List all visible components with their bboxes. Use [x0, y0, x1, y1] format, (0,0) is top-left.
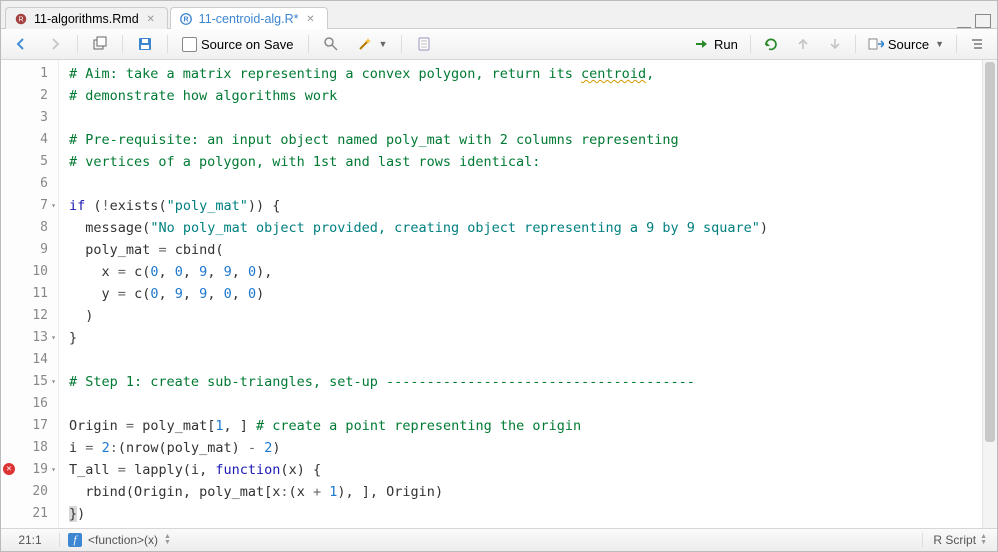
save-button[interactable] [131, 33, 159, 55]
find-replace-button[interactable] [317, 33, 345, 55]
code-line[interactable]: # vertices of a polygon, with 1st and la… [69, 151, 982, 173]
scrollbar-thumb[interactable] [985, 62, 995, 442]
magic-wand-icon [357, 36, 373, 52]
svg-text:R: R [18, 17, 23, 24]
fold-toggle-icon[interactable]: ▾ [51, 459, 56, 481]
tab-label: 11-centroid-alg.R* [199, 12, 299, 26]
source-button[interactable]: Source ▼ [862, 33, 950, 55]
scope-stepper-icon: ▲▼ [164, 534, 171, 546]
run-label: Run [714, 37, 738, 52]
chevron-down-icon: ▼ [935, 39, 944, 49]
run-icon [694, 36, 710, 52]
language-label: R Script [933, 533, 976, 547]
code-line[interactable]: i = 2:(nrow(poly_mat) - 2) [69, 437, 982, 459]
checkbox-icon [182, 37, 197, 52]
code-line[interactable]: x = c(0, 0, 9, 9, 0), [69, 261, 982, 283]
code-line[interactable] [69, 349, 982, 371]
r-file-icon: R [179, 12, 193, 26]
outline-button[interactable] [963, 33, 991, 55]
code-editor[interactable]: # Aim: take a matrix representing a conv… [59, 60, 982, 528]
fold-toggle-icon[interactable]: ▾ [51, 371, 56, 393]
code-line[interactable]: # Step 1: create sub-triangles, set-up -… [69, 371, 982, 393]
close-icon[interactable]: ✕ [145, 14, 157, 25]
code-line[interactable]: rbind(Origin, poly_mat[x:(x + 1), ], Ori… [69, 481, 982, 503]
rerun-icon [763, 36, 779, 52]
code-line[interactable]: y = c(0, 9, 9, 0, 0) [69, 283, 982, 305]
tabs-bar: R 11-algorithms.Rmd ✕ R 11-centroid-alg.… [1, 1, 997, 29]
arrow-left-icon [13, 36, 29, 52]
tab-label: 11-algorithms.Rmd [34, 12, 139, 26]
code-line[interactable]: # Aim: take a matrix representing a conv… [69, 63, 982, 85]
code-line[interactable]: message("No poly_mat object provided, cr… [69, 217, 982, 239]
back-button[interactable] [7, 33, 35, 55]
status-bar: 21:1 f <function>(x) ▲▼ R Script ▲▼ [1, 528, 997, 551]
show-in-new-window-button[interactable] [86, 33, 114, 55]
code-line[interactable] [69, 173, 982, 195]
save-icon [137, 36, 153, 52]
maximize-pane-icon[interactable] [975, 14, 991, 28]
source-on-save-toggle[interactable]: Source on Save [176, 34, 300, 55]
source-icon [868, 36, 884, 52]
scope-navigator[interactable]: f <function>(x) ▲▼ [60, 533, 922, 547]
cursor-position[interactable]: 21:1 [1, 533, 60, 547]
outline-icon [969, 36, 985, 52]
arrow-down-icon [827, 36, 843, 52]
editor-area: ✕ 1234567▾8910111213▾1415▾16171819▾20212… [1, 60, 997, 528]
minimize-pane-icon[interactable] [957, 15, 971, 28]
svg-text:R: R [183, 17, 188, 24]
vertical-scrollbar[interactable] [982, 60, 997, 528]
editor-window: R 11-algorithms.Rmd ✕ R 11-centroid-alg.… [0, 0, 998, 552]
code-line[interactable]: # demonstrate how algorithms work [69, 85, 982, 107]
window-layout-controls [957, 14, 997, 28]
close-icon[interactable]: ✕ [305, 14, 317, 25]
source-on-save-label: Source on Save [201, 37, 294, 52]
notebook-icon [416, 36, 432, 52]
editor-toolbar: Source on Save ▼ Run [1, 29, 997, 60]
arrow-up-icon [795, 36, 811, 52]
code-line[interactable]: if (!exists("poly_mat")) { [69, 195, 982, 217]
language-stepper-icon: ▲▼ [980, 534, 987, 546]
source-label: Source [888, 37, 929, 52]
compile-report-button[interactable] [410, 33, 438, 55]
code-line[interactable]: } [69, 327, 982, 349]
go-to-prev-section-button[interactable] [789, 33, 817, 55]
code-tools-button[interactable]: ▼ [351, 33, 394, 55]
tab-algorithms-rmd[interactable]: R 11-algorithms.Rmd ✕ [5, 7, 168, 29]
search-icon [323, 36, 339, 52]
function-icon: f [68, 533, 82, 547]
fold-toggle-icon[interactable]: ▾ [51, 327, 56, 349]
popout-icon [92, 36, 108, 52]
rmd-file-icon: R [14, 12, 28, 26]
tab-centroid-alg-r[interactable]: R 11-centroid-alg.R* ✕ [170, 7, 328, 29]
language-mode[interactable]: R Script ▲▼ [922, 533, 997, 547]
code-line[interactable]: ) [69, 305, 982, 327]
code-line[interactable] [69, 393, 982, 415]
arrow-right-icon [47, 36, 63, 52]
rerun-button[interactable] [757, 33, 785, 55]
code-line[interactable]: poly_mat = cbind( [69, 239, 982, 261]
line-number-gutter[interactable]: ✕ 1234567▾8910111213▾1415▾16171819▾20212… [1, 60, 59, 528]
run-button[interactable]: Run [688, 33, 744, 55]
code-line[interactable] [69, 525, 982, 528]
scope-label: <function>(x) [88, 533, 158, 547]
forward-button[interactable] [41, 33, 69, 55]
code-line[interactable]: Origin = poly_mat[1, ] # create a point … [69, 415, 982, 437]
code-line[interactable]: }) [69, 503, 982, 525]
go-to-next-section-button[interactable] [821, 33, 849, 55]
code-line[interactable] [69, 107, 982, 129]
chevron-down-icon: ▼ [379, 39, 388, 49]
code-line[interactable]: T_all = lapply(i, function(x) { [69, 459, 982, 481]
fold-toggle-icon[interactable]: ▾ [51, 195, 56, 217]
code-line[interactable]: # Pre-requisite: an input object named p… [69, 129, 982, 151]
